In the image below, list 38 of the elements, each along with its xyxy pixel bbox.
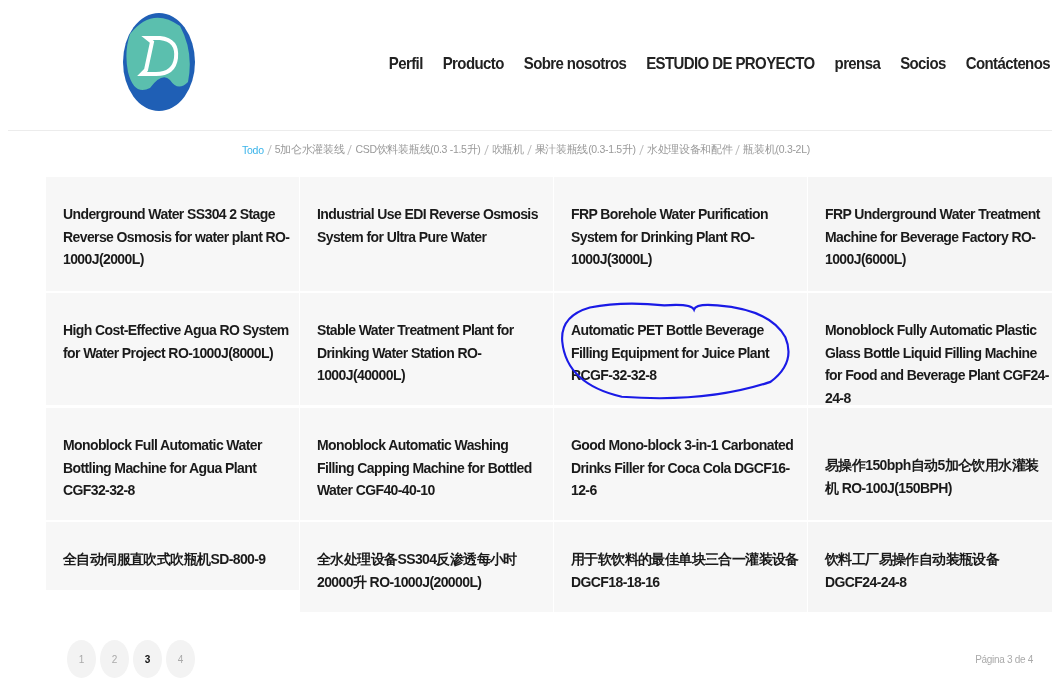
product-card[interactable]: 全水处理设备SS304反渗透每小时20000升 RO-1000J(20000L) [300,520,554,612]
nav-link[interactable]: Producto [442,52,504,72]
product-title[interactable]: 用于软饮料的最佳单块三合一灌装设备DGCF18-18-16 [571,548,801,593]
product-title[interactable]: 饮料工厂易操作自动装瓶设备DGCF24-24-8 [825,548,1051,593]
product-card[interactable]: Monoblock Fully Automatic Plastic Glass Bottle Liquid Filling Machine for Food and Beverage Plant CGF24-24-8 [808,291,1052,405]
product-card[interactable]: Underground Water SS304 2 Stage Reverse Osmosis for water plant RO-1000J(2000L) [46,177,300,291]
product-card[interactable]: 全自动伺服直吹式吹瓶机SD-800-9 [46,520,300,590]
page-count: Página 3 de 4 [975,653,1033,665]
product-title[interactable]: Stable Water Treatment Plant for Drinking Water Station RO-1000J(40000L) [317,319,547,387]
product-card[interactable]: 饮料工厂易操作自动装瓶设备DGCF24-24-8 [808,520,1052,612]
product-title[interactable]: High Cost-Effective Agua RO System for Water Project RO-1000J(8000L) [63,319,293,364]
nav-link[interactable]: Sobre nosotros [523,52,627,72]
product-title[interactable]: Underground Water SS304 2 Stage Reverse Osmosis for water plant RO-1000J(2000L) [63,203,293,271]
product-card[interactable]: 易操作150bph自动5加仑饮用水灌装机 RO-100J(150BPH) [808,405,1052,520]
product-title[interactable]: 全自动伺服直吹式吹瓶机SD-800-9 [63,548,293,571]
product-card[interactable]: FRP Borehole Water Purification System for Drinking Plant RO-1000J(3000L) [554,177,808,291]
product-title[interactable]: Industrial Use EDI Reverse Osmosis System for Ultra Pure Water [317,203,547,248]
nav-link[interactable]: ESTUDIO DE PROYECTO [646,52,815,72]
nav-link[interactable]: Perfil [388,52,423,72]
product-card[interactable]: Monoblock Full Automatic Water Bottling Machine for Agua Plant CGF32-32-8 [46,405,300,520]
product-title[interactable]: Monoblock Full Automatic Water Bottling Machine for Agua Plant CGF32-32-8 [63,434,293,502]
product-card[interactable]: Good Mono-block 3-in-1 Carbonated Drinks Filler for Coca Cola DGCF16-12-6 [554,405,808,520]
product-title[interactable]: 易操作150bph自动5加仑饮用水灌装机 RO-100J(150BPH) [825,454,1051,499]
product-title[interactable]: Monoblock Automatic Washing Filling Capping Machine for Bottled Water CGF40-40-10 [317,434,547,502]
product-card[interactable]: FRP Underground Water Treatment Machine for Beverage Factory RO-1000J(6000L) [808,177,1052,291]
nav-link[interactable]: Contáctenos [965,52,1050,72]
nav-link[interactable]: Socios [900,52,946,72]
product-title[interactable]: FRP Borehole Water Purification System for Drinking Plant RO-1000J(3000L) [571,203,801,271]
product-card[interactable]: Monoblock Automatic Washing Filling Capping Machine for Bottled Water CGF40-40-10 [300,405,554,520]
product-card[interactable]: Stable Water Treatment Plant for Drinking Water Station RO-1000J(40000L) [300,291,554,405]
product-title[interactable]: Good Mono-block 3-in-1 Carbonated Drinks Filler for Coca Cola DGCF16-12-6 [571,434,801,502]
product-title[interactable]: 全水处理设备SS304反渗透每小时20000升 RO-1000J(20000L) [317,548,547,593]
product-card[interactable]: 用于软饮料的最佳单块三合一灌装设备DGCF18-18-16 [554,520,808,612]
product-title[interactable]: FRP Underground Water Treatment Machine for Beverage Factory RO-1000J(6000L) [825,203,1051,271]
nav-link[interactable]: prensa [834,52,881,72]
product-card[interactable]: High Cost-Effective Agua RO System for Water Project RO-1000J(8000L) [46,291,300,405]
page-button[interactable]: 3 [133,640,162,678]
product-card[interactable]: Industrial Use EDI Reverse Osmosis System for Ultra Pure Water [300,177,554,291]
